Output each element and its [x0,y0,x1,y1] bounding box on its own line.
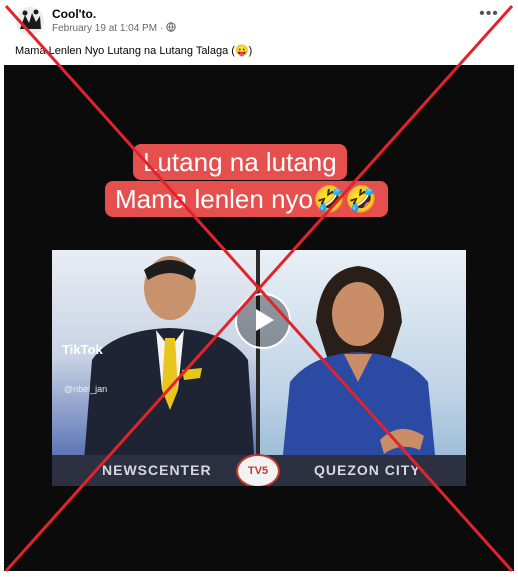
guest-panel [260,250,466,486]
post-timestamp[interactable]: February 19 at 1:04 PM [52,23,157,34]
author-name[interactable]: Cool'to. [52,7,96,21]
tiktok-handle: @nbel_jan [64,384,108,394]
guest-figure [280,266,438,486]
lower-third-right: QUEZON CITY [314,462,421,478]
avatar-image [16,7,44,35]
play-icon [256,309,274,331]
play-button[interactable] [235,293,291,349]
anchor-figure [82,256,256,486]
more-options-icon[interactable]: ••• [478,6,500,26]
tiktok-watermark: TikTok [62,342,103,357]
post-meta: February 19 at 1:04 PM · [52,22,177,35]
video-player[interactable]: Lutang na lutang Mama lenlen nyo🤣🤣 TikTo… [4,65,514,571]
channel-logo-text: TV5 [247,465,269,477]
video-frame: TikTok @nbel_jan NEWSCENTER QUEZON CITY … [52,250,466,486]
post-caption: Mama Lenlen Nyo Lutang na Lutang Talaga … [15,45,253,57]
author-avatar[interactable] [16,7,44,35]
facebook-post: Cool'to. February 19 at 1:04 PM · ••• Ma… [0,0,518,577]
channel-logo: TV5 [236,454,280,486]
video-title-line-2: Mama lenlen nyo🤣🤣 [105,181,388,217]
anchor-panel: TikTok @nbel_jan [52,250,256,486]
meta-separator: · [160,23,164,34]
video-title-line-1: Lutang na lutang [133,144,347,180]
lower-third-left: NEWSCENTER [102,462,212,478]
globe-icon [166,22,177,35]
